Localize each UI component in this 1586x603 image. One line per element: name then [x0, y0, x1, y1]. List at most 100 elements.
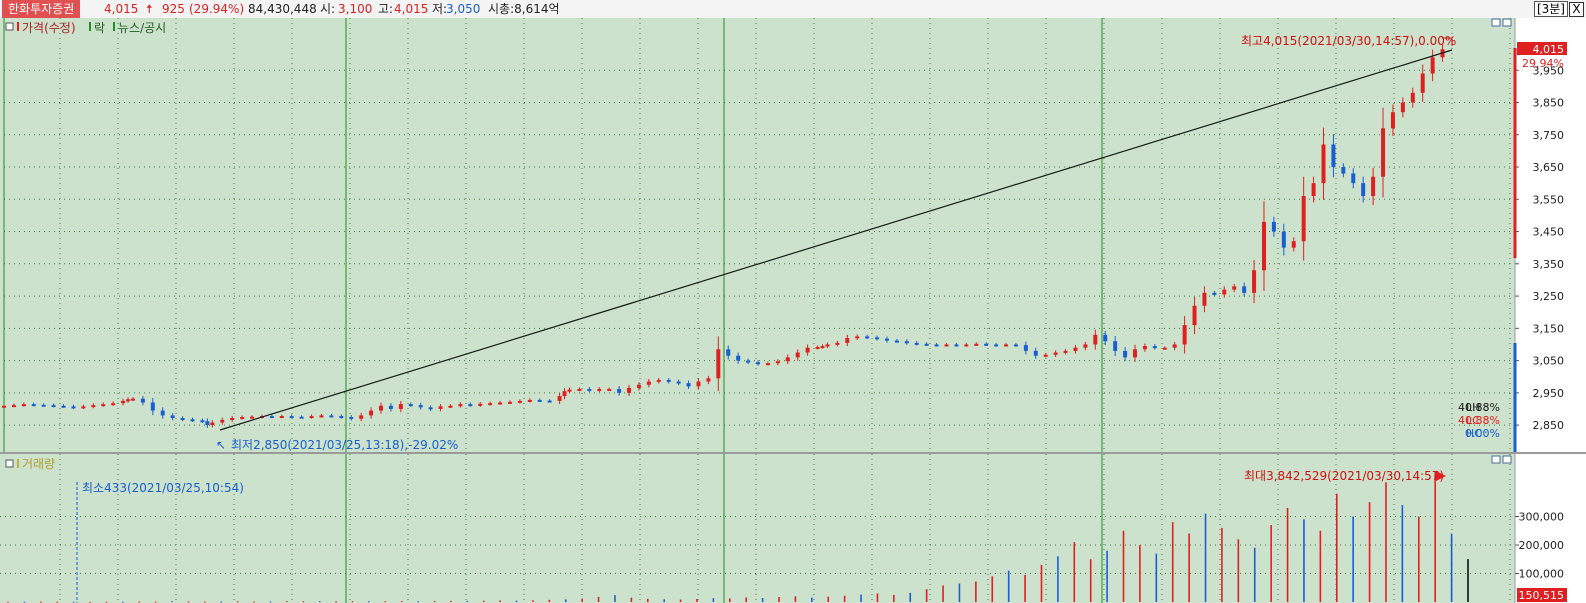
volume-bar — [1089, 559, 1092, 602]
candle-body — [1351, 173, 1356, 184]
candle-body — [1271, 221, 1276, 232]
candle-body — [1291, 241, 1296, 248]
volume-bar — [630, 597, 633, 602]
candle-body — [1400, 102, 1405, 113]
low-label: 저: — [432, 2, 448, 16]
vol-panel-restore-icon[interactable] — [1491, 455, 1501, 464]
volume-bar — [1385, 482, 1387, 602]
candle-body — [61, 405, 66, 408]
candle-body — [587, 388, 592, 391]
candle-body — [41, 404, 46, 407]
legend-news[interactable]: 뉴스/공시 — [118, 21, 166, 35]
volume-bar — [335, 601, 337, 603]
volume-bar — [1253, 547, 1256, 602]
current-price: 4,015 — [104, 2, 139, 16]
candle-body — [458, 404, 463, 407]
candle-body — [1152, 346, 1157, 349]
volume-bar — [1057, 556, 1059, 602]
price-change-pct: (29.94%) — [189, 2, 245, 16]
candle-body — [101, 404, 106, 407]
candle-body — [468, 404, 473, 407]
volume-bar — [482, 600, 485, 602]
volume-bar — [302, 601, 305, 603]
candle-body — [855, 336, 860, 339]
volume-bar — [827, 596, 830, 602]
candle-body — [488, 403, 493, 406]
vol-panel-menu-icon[interactable] — [5, 459, 14, 468]
close-button[interactable]: X — [1569, 2, 1584, 17]
candle-body — [279, 416, 284, 419]
volume-bar — [597, 596, 600, 602]
volume-axis: 100,000 200,000 300,000 — [1515, 511, 1564, 581]
stock-name[interactable]: 한화투자증권 — [2, 0, 81, 18]
candle-body — [666, 379, 671, 382]
panel-menu-icon[interactable] — [5, 22, 14, 31]
price-change: 925 — [162, 2, 185, 16]
candle-body — [1242, 286, 1247, 293]
volume-bar — [154, 601, 157, 603]
candle-body — [1182, 325, 1187, 345]
candle-body — [706, 378, 711, 382]
price-tick-label: 2,950 — [1533, 387, 1565, 400]
candle-body — [1341, 167, 1346, 174]
volume-bar — [1335, 493, 1338, 602]
candle-body — [11, 405, 16, 408]
candle-body — [428, 407, 433, 410]
candle-body — [736, 355, 741, 361]
candle-body — [1252, 270, 1257, 293]
legend-news-marker — [113, 22, 115, 31]
candle-body — [1222, 289, 1227, 295]
candle-body — [210, 422, 215, 426]
candle-body — [845, 338, 850, 343]
volume-bar — [499, 600, 501, 602]
volume-bar — [433, 600, 436, 602]
legend-ex[interactable]: 락 — [94, 21, 105, 35]
volume-bar — [1417, 516, 1420, 602]
candle-body — [289, 416, 294, 419]
candle-body — [220, 419, 225, 423]
low-note: 최저2,850(2021/03/25,13:18),-29.02% — [231, 438, 458, 452]
candle-body — [31, 404, 36, 407]
current-price-tag-text: 4,015 — [1533, 43, 1565, 56]
volume-bar — [843, 595, 846, 602]
interval-button[interactable]: [3분] — [1533, 1, 1568, 17]
candle-body — [1331, 144, 1336, 168]
volume-bar — [417, 601, 419, 603]
legend-price[interactable]: 가격(수정) — [22, 21, 76, 35]
candle-body — [934, 344, 939, 347]
candle-body — [815, 347, 820, 350]
panel-close-icon[interactable] — [1502, 18, 1512, 27]
high-price: 4,015 — [394, 2, 429, 16]
volume-bar — [384, 601, 387, 603]
candle-body — [1013, 344, 1018, 347]
candle-body — [230, 418, 235, 420]
candle-body — [1123, 350, 1128, 358]
candle-body — [914, 342, 919, 345]
volume-bar — [564, 599, 567, 602]
panel-restore-icon[interactable] — [1491, 18, 1501, 27]
candle-body — [1053, 352, 1058, 355]
candle-body — [1321, 144, 1326, 184]
price-tick-label: 2,850 — [1533, 419, 1565, 432]
volume-bar — [1024, 574, 1026, 602]
candle-body — [180, 418, 185, 420]
candle-body — [765, 363, 770, 366]
candle-body — [121, 400, 126, 404]
candle-body — [676, 381, 681, 384]
candle-body — [1172, 344, 1177, 348]
candle-body — [884, 338, 889, 341]
candle-body — [21, 404, 26, 407]
stock-chart: 2,850 2,950 3,050 3,150 3,250 3,350 3,450 3,550… — [0, 18, 1586, 603]
candle-body — [1420, 73, 1425, 93]
legend-volume-marker — [17, 459, 19, 468]
candle-body — [1311, 183, 1316, 197]
vol-panel-close-icon[interactable] — [1502, 455, 1512, 464]
candle-body — [547, 400, 552, 403]
candle-body — [1162, 347, 1167, 350]
volume-bar — [269, 601, 272, 603]
legend-volume[interactable]: 거래량 — [22, 457, 55, 471]
price-tick-label: 3,550 — [1533, 193, 1565, 206]
volume-bar — [1139, 545, 1141, 602]
candle-body — [1142, 346, 1147, 350]
candle-body — [795, 352, 800, 358]
